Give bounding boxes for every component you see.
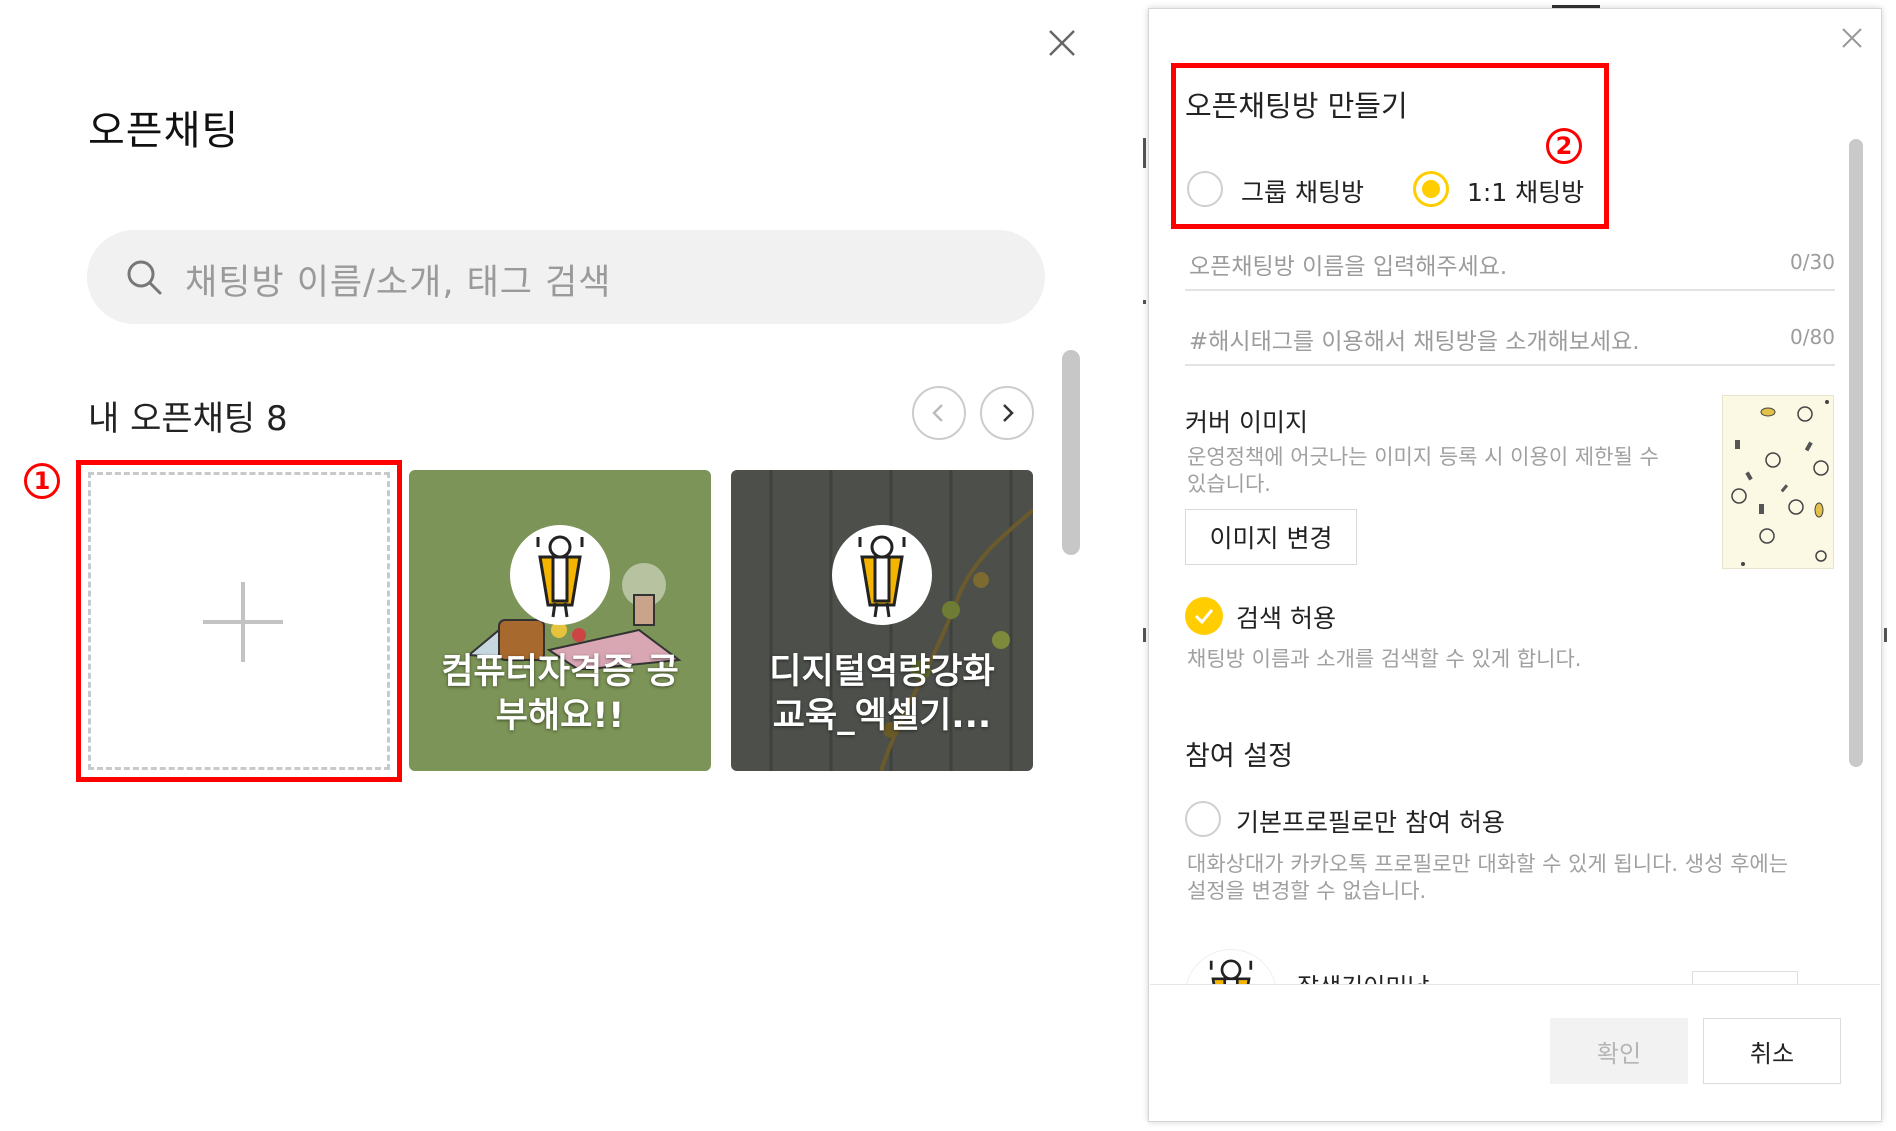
room-title: 컴퓨터자격증 공 부해요!!	[409, 650, 711, 738]
room-avatar	[510, 525, 610, 625]
chevron-left-icon	[932, 404, 943, 422]
plus-icon-vertical	[241, 582, 245, 662]
input-underline	[1185, 364, 1835, 366]
group-chat-label[interactable]: 그룹 채팅방	[1241, 173, 1364, 209]
room-title-line: 컴퓨터자격증 공	[441, 652, 679, 692]
search-allow-checkbox[interactable]	[1185, 597, 1223, 635]
hashtag-counter: 0/80	[1790, 325, 1835, 349]
room-title: 디지털역량강화 교육_엑셀기...	[731, 650, 1033, 738]
help-line: 설정을 변경할 수 없습니다.	[1187, 879, 1427, 903]
scrollbar[interactable]	[1849, 139, 1863, 767]
cancel-button[interactable]: 취소	[1703, 1018, 1841, 1084]
background-edge-mark	[1143, 138, 1146, 168]
search-allow-help: 채팅방 이름과 소개를 검색할 수 있게 합니다.	[1187, 647, 1582, 671]
help-line: 있습니다.	[1187, 472, 1271, 496]
step-2-marker: 2	[1546, 128, 1582, 164]
cover-image-title: 커버 이미지	[1185, 408, 1308, 437]
search-allow-label[interactable]: 검색 허용	[1236, 599, 1336, 635]
room-name-input[interactable]: 오픈채팅방 이름을 입력해주세요.	[1189, 247, 1507, 281]
cover-image-preview[interactable]	[1722, 395, 1834, 569]
room-title-line: 디지털역량강화	[769, 652, 995, 692]
help-line: 대화상대가 카카오톡 프로필로만 대화할 수 있게 됩니다. 생성 후에는	[1187, 852, 1789, 876]
next-page-button[interactable]	[980, 386, 1034, 440]
step-1-marker: 1	[24, 463, 60, 499]
search-icon	[127, 260, 162, 295]
room-title-line: 교육_엑셀기...	[772, 696, 992, 736]
create-open-chat-dialog: 2 오픈채팅방 만들기 그룹 채팅방 1:1 채팅방 오픈채팅방 이름을 입력해…	[1148, 8, 1882, 1122]
check-icon	[1194, 609, 1214, 625]
radio-selected-dot	[1422, 180, 1440, 198]
confirm-button[interactable]: 확인	[1550, 1018, 1688, 1084]
background-edge-mark	[1884, 628, 1887, 642]
room-avatar	[832, 525, 932, 625]
close-icon[interactable]	[1045, 26, 1079, 60]
prev-page-button[interactable]	[912, 386, 966, 440]
one-to-one-chat-label[interactable]: 1:1 채팅방	[1467, 173, 1584, 209]
background-edge-mark	[1143, 628, 1146, 642]
dialog-title: 오픈채팅방 만들기	[1185, 89, 1408, 123]
room-title-line: 부해요!!	[495, 696, 625, 736]
person-icon	[536, 535, 584, 618]
close-icon[interactable]	[1839, 25, 1865, 51]
cover-image-help: 운영정책에 어긋나는 이미지 등록 시 이용이 제한될 수 있습니다.	[1187, 444, 1659, 498]
scrollbar[interactable]	[1062, 350, 1080, 555]
page-title: 오픈채팅	[88, 108, 240, 154]
cover-pattern-image	[1731, 400, 1829, 566]
open-chat-room-card[interactable]: 디지털역량강화 교육_엑셀기...	[731, 470, 1033, 771]
default-profile-only-checkbox[interactable]	[1185, 801, 1221, 837]
hashtag-input[interactable]: #해시태그를 이용해서 채팅방을 소개해보세요.	[1189, 322, 1640, 356]
create-open-chat-card[interactable]	[88, 472, 390, 770]
search-input[interactable]: 채팅방 이름/소개, 태그 검색	[87, 230, 1045, 324]
participation-help: 대화상대가 카카오톡 프로필로만 대화할 수 있게 됩니다. 생성 후에는 설정…	[1187, 851, 1788, 905]
chevron-right-icon	[1003, 404, 1014, 422]
room-name-counter: 0/30	[1790, 250, 1835, 274]
my-open-chat-title: 내 오픈채팅 8	[88, 399, 288, 439]
input-underline	[1185, 289, 1835, 291]
help-line: 운영정책에 어긋나는 이미지 등록 시 이용이 제한될 수	[1187, 445, 1659, 469]
background-edge-mark	[1143, 300, 1146, 304]
group-chat-radio[interactable]	[1187, 171, 1223, 207]
open-chat-room-card[interactable]: 컴퓨터자격증 공 부해요!!	[409, 470, 711, 771]
default-profile-only-label[interactable]: 기본프로필로만 참여 허용	[1236, 803, 1505, 839]
footer-divider	[1150, 984, 1880, 985]
change-image-button[interactable]: 이미지 변경	[1185, 509, 1357, 565]
participation-title: 참여 설정	[1185, 741, 1293, 772]
search-placeholder: 채팅방 이름/소개, 태그 검색	[185, 263, 612, 303]
one-to-one-chat-radio[interactable]	[1413, 171, 1449, 207]
person-icon	[858, 535, 906, 618]
